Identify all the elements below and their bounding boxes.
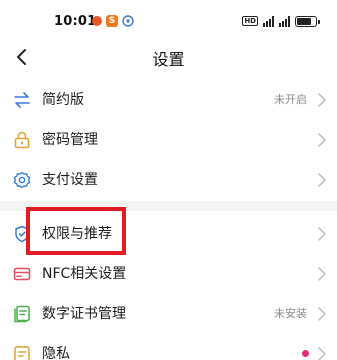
- system-status-icons: HD: [242, 14, 320, 28]
- status-time: 10:01: [54, 14, 97, 29]
- status-bar: 10:01 S HD: [0, 0, 337, 40]
- chevron-right-icon: [318, 267, 326, 281]
- signal-strength-icon-2: [279, 15, 290, 27]
- section-divider: [0, 201, 337, 211]
- settings-row-payment[interactable]: 支付设置: [0, 160, 337, 200]
- settings-row-label: 数字证书管理: [42, 306, 126, 322]
- chevron-right-icon: [318, 307, 326, 321]
- chat-bubble-icon: [122, 15, 134, 27]
- chevron-right-icon: [318, 173, 326, 187]
- chevron-right-icon: [318, 227, 326, 241]
- settings-row-label: 支付设置: [42, 172, 98, 188]
- battery-icon: [295, 15, 320, 27]
- swap-arrows-icon: [14, 92, 30, 108]
- notification-dot: [302, 350, 309, 357]
- settings-row-simple-mode[interactable]: 简约版 未开启: [0, 80, 337, 120]
- chevron-right-icon: [318, 347, 326, 360]
- settings-row-label: NFC相关设置: [42, 266, 127, 282]
- settings-row-label: 权限与推荐: [42, 226, 112, 242]
- chevron-right-icon: [318, 93, 326, 107]
- lock-icon: [14, 131, 30, 149]
- shield-icon: [15, 225, 29, 243]
- settings-row-nfc[interactable]: NFC相关设置: [0, 254, 337, 294]
- page-title: 设置: [152, 50, 185, 69]
- privacy-icon: [14, 346, 30, 360]
- hd-badge: HD: [242, 16, 258, 26]
- notification-icons: S: [92, 14, 134, 28]
- settings-row-label: 简约版: [42, 92, 84, 108]
- settings-row-value: 未安装: [274, 307, 307, 320]
- certificate-icon: [14, 305, 30, 323]
- app-notification-icon: [92, 16, 102, 26]
- app-badge-icon: S: [106, 15, 118, 27]
- settings-group-general: 简约版 未开启 密码管理 支付设置: [0, 80, 337, 200]
- nav-bar: 设置: [0, 40, 337, 74]
- settings-row-permissions[interactable]: 权限与推荐: [0, 214, 337, 254]
- signal-strength-icon: [263, 15, 274, 27]
- settings-row-label: 密码管理: [42, 132, 98, 148]
- settings-row-label: 隐私: [42, 346, 70, 360]
- battery-level: [297, 17, 312, 25]
- settings-row-value: 未开启: [274, 93, 307, 106]
- chevron-right-icon: [318, 133, 326, 147]
- gear-icon: [13, 171, 31, 189]
- settings-screen: 10:01 S HD 设置 简约版 未开启 密码管理 支付设置 权限与推荐 NF…: [0, 0, 337, 360]
- settings-group-privacy: 权限与推荐 NFC相关设置 数字证书管理 未安装 隐私: [0, 214, 337, 360]
- settings-row-certificate[interactable]: 数字证书管理 未安装: [0, 294, 337, 334]
- settings-row-password[interactable]: 密码管理: [0, 120, 337, 160]
- settings-row-privacy[interactable]: 隐私: [0, 334, 337, 360]
- nfc-card-icon: [13, 267, 31, 281]
